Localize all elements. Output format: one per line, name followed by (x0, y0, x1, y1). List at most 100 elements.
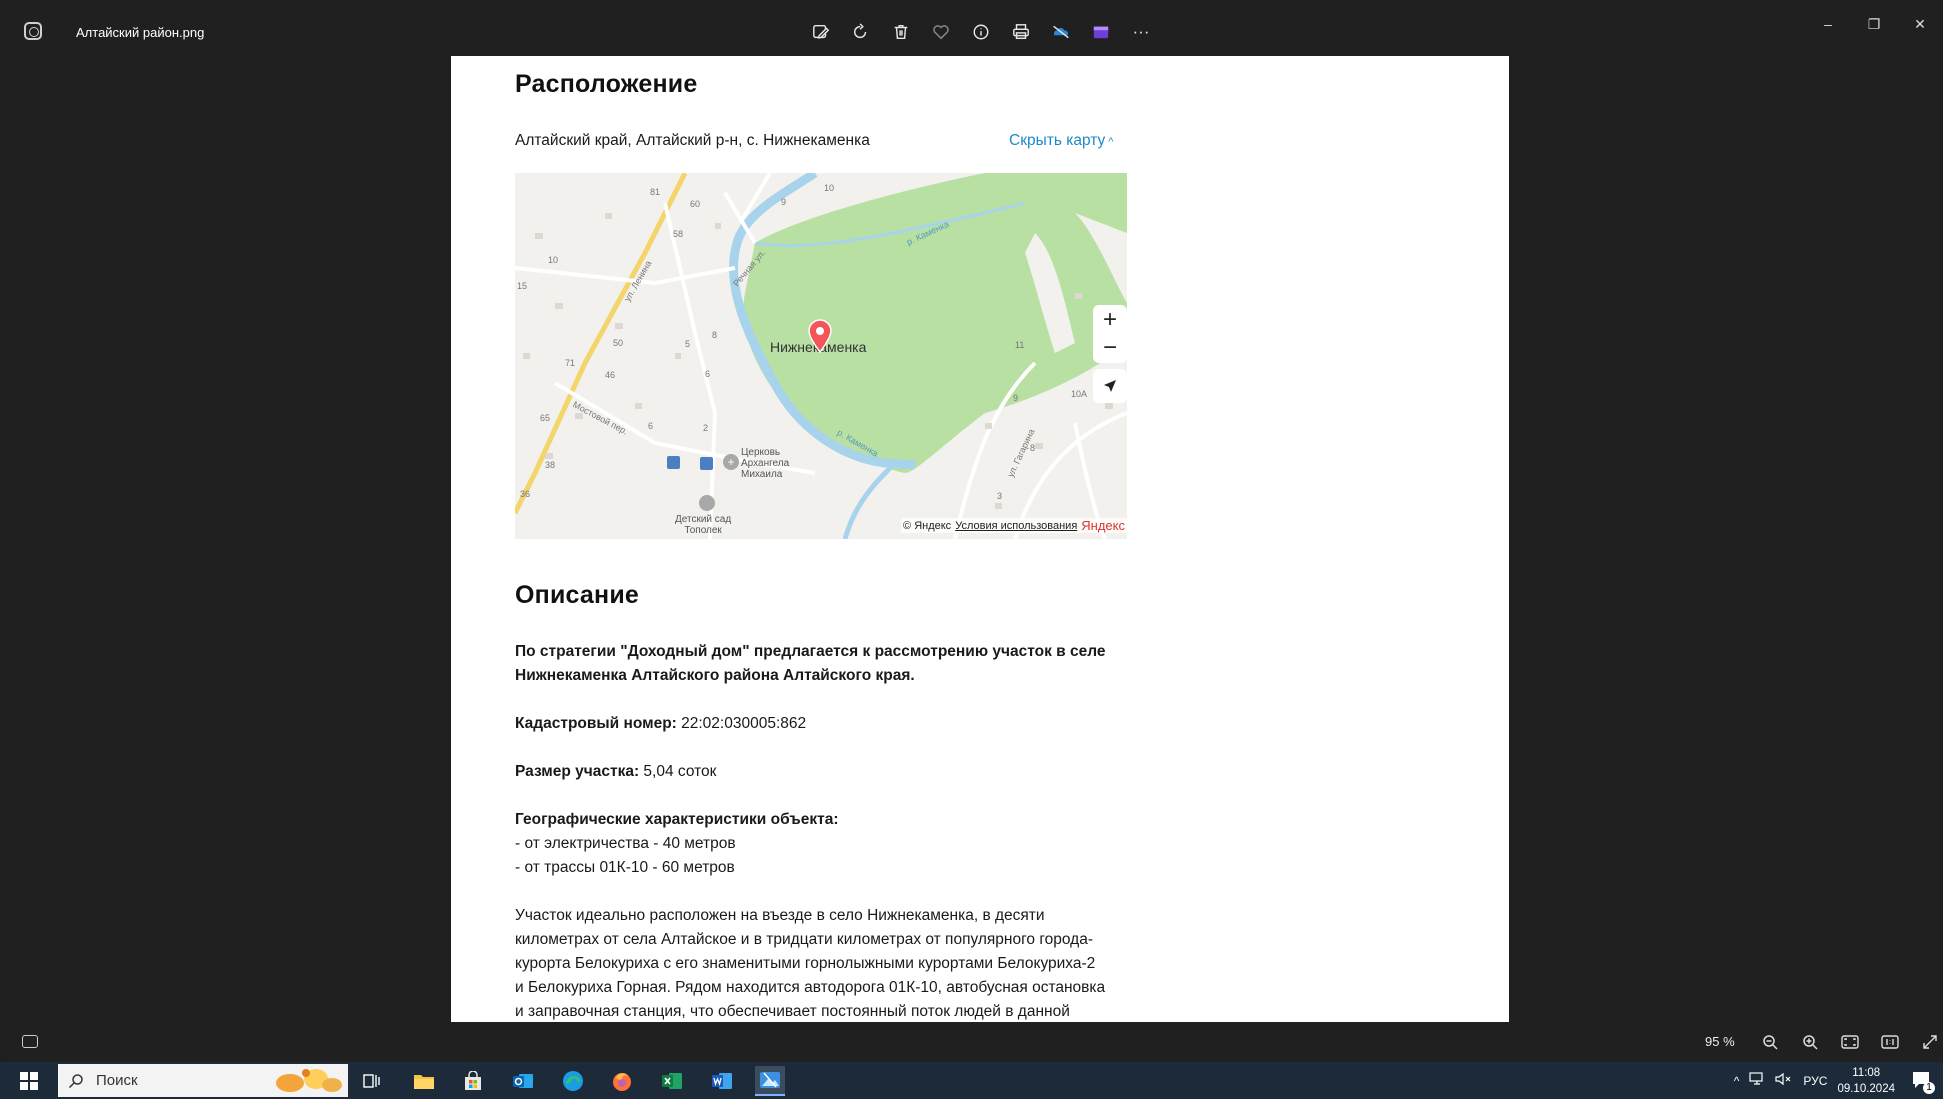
church-label-line: Церковь (741, 447, 781, 458)
actual-size-icon[interactable] (1878, 1030, 1902, 1054)
map-number: 10 (548, 255, 559, 265)
search-icon (68, 1073, 84, 1089)
image-viewer[interactable]: Расположение Алтайский край, Алтайский р… (8, 56, 1943, 1022)
paragraph-line: и заправочная станция, что обеспечивает … (515, 1003, 1070, 1020)
edge-icon[interactable] (558, 1066, 588, 1096)
map-number: 3 (997, 491, 1003, 501)
map-number: 9 (1013, 393, 1019, 403)
excel-icon[interactable] (657, 1066, 687, 1096)
map-copyright: © Яндекс (903, 519, 952, 532)
chevron-up-icon[interactable]: ^ (1734, 1074, 1740, 1088)
map-number: 8 (1030, 443, 1036, 453)
kindergarten-label-line: Тополек (684, 525, 722, 536)
rotate-icon[interactable] (848, 19, 874, 45)
language-indicator[interactable]: РУС (1803, 1074, 1827, 1088)
file-explorer-icon[interactable] (409, 1066, 439, 1096)
delete-icon[interactable] (888, 19, 914, 45)
network-icon[interactable] (1749, 1072, 1765, 1089)
map-terms-link: Условия использования (955, 519, 1078, 532)
map-number: 50 (613, 338, 624, 348)
start-button[interactable] (20, 1072, 38, 1090)
church-icon: + (723, 454, 739, 470)
hide-map-label: Скрыть карту (1009, 132, 1106, 149)
intro-line-2: Нижнекаменка Алтайского района Алтайског… (515, 667, 915, 684)
map-number: 81 (650, 187, 661, 197)
minimize-button[interactable]: – (1805, 8, 1851, 40)
location-heading: Расположение (515, 70, 698, 98)
notification-count: 1 (1923, 1081, 1935, 1094)
map-base (515, 173, 1127, 539)
size-label: Размер участка: (515, 763, 640, 780)
kindergarten-label-line: Детский сад (675, 514, 732, 525)
search-placeholder: Поиск (96, 1072, 138, 1089)
file-title: Алтайский район.png (76, 25, 205, 40)
clipchamp-icon[interactable] (1088, 19, 1114, 45)
task-view-icon[interactable] (357, 1066, 387, 1096)
print-icon[interactable] (1008, 19, 1034, 45)
map-number: 2 (703, 423, 709, 433)
image-toolbar: ··· (808, 18, 1154, 46)
bus-stop-icon (700, 457, 713, 470)
volume-muted-icon[interactable] (1775, 1072, 1793, 1089)
hide-map-link: Скрыть карту ^ (1009, 132, 1113, 150)
map-number: 10А (1071, 389, 1088, 399)
size-line: Размер участка: 5,04 соток (515, 760, 716, 784)
paragraph-line: километрах от села Алтайское и в тридцат… (515, 931, 1094, 948)
geolocation-icon (1093, 369, 1127, 403)
map-number: 6 (648, 421, 654, 431)
map-number: 8 (712, 330, 718, 340)
photos-app-icon[interactable] (755, 1066, 785, 1096)
zoom-tools (1758, 1030, 1942, 1054)
intro-line-1: По стратегии "Доходный дом" предлагается… (515, 643, 1106, 660)
system-clock[interactable]: 11:08 09.10.2024 (1837, 1065, 1895, 1097)
map-number: 58 (673, 229, 684, 239)
map-zoom-out-button: − (1093, 333, 1127, 363)
info-icon[interactable] (968, 19, 994, 45)
heart-icon[interactable] (928, 19, 954, 45)
paragraph-line: курорта Белокуриха с его знаменитыми гор… (515, 955, 1096, 972)
map-number: 6 (705, 369, 711, 379)
map-number: 9 (781, 197, 787, 207)
cadastral-label: Кадастровый номер: (515, 715, 677, 732)
restore-button[interactable]: ❐ (1851, 8, 1897, 40)
zoom-out-icon[interactable] (1758, 1030, 1782, 1054)
edit-image-icon[interactable] (808, 19, 834, 45)
map-attribution: © Яндекс Условия использования Яндекс (901, 518, 1127, 533)
church-label-line: Архангела (741, 458, 790, 469)
outlook-icon[interactable] (508, 1066, 538, 1096)
fit-to-window-icon[interactable] (1838, 1030, 1862, 1054)
paragraph-line: Участок идеально расположен на въезде в … (515, 907, 1045, 924)
clock-date: 09.10.2024 (1837, 1082, 1895, 1095)
zoom-in-icon[interactable] (1798, 1030, 1822, 1054)
taskbar-search[interactable]: Поиск (58, 1064, 348, 1097)
map-number: 38 (545, 460, 556, 470)
microsoft-store-icon[interactable] (458, 1066, 488, 1096)
clock-time: 11:08 (1852, 1066, 1881, 1079)
more-options-button[interactable]: ··· (1128, 19, 1154, 45)
map-number: 10 (824, 183, 835, 193)
window-controls: – ❐ ✕ (1805, 8, 1943, 40)
map-number: 46 (605, 370, 616, 380)
yandex-logo: Яндекс (1081, 518, 1125, 533)
map-number: 5 (685, 339, 691, 349)
geo-label: Географические характеристики объекта: (515, 811, 839, 828)
map-number: 15 (517, 281, 528, 291)
filmstrip-icon[interactable] (22, 1035, 38, 1048)
system-tray: ^ РУС 11:08 09.10.2024 1 (1734, 1062, 1943, 1099)
viewer-bottom-bar: 95 % (8, 1022, 1943, 1062)
geo-line-2: - от трассы 01К-10 - 60 метров (515, 859, 735, 876)
title-bar: Алтайский район.png ··· – ❐ ✕ (8, 8, 1943, 56)
notifications-icon[interactable]: 1 (1911, 1070, 1935, 1094)
church-label-line: Михаила (741, 469, 783, 480)
zoom-level[interactable]: 95 % (1705, 1034, 1735, 1049)
word-icon[interactable] (707, 1066, 737, 1096)
map-number: 11 (1015, 340, 1025, 350)
close-button[interactable]: ✕ (1897, 8, 1943, 40)
photos-app-window: Алтайский район.png ··· – ❐ ✕ Расположен… (0, 0, 1943, 1099)
fullscreen-icon[interactable] (1918, 1030, 1942, 1054)
firefox-icon[interactable] (607, 1066, 637, 1096)
map-number: 71 (565, 358, 576, 368)
church-label: Церковь Архангела Михаила (741, 447, 789, 480)
onedrive-icon[interactable] (1048, 19, 1074, 45)
map-number: 65 (540, 413, 551, 423)
